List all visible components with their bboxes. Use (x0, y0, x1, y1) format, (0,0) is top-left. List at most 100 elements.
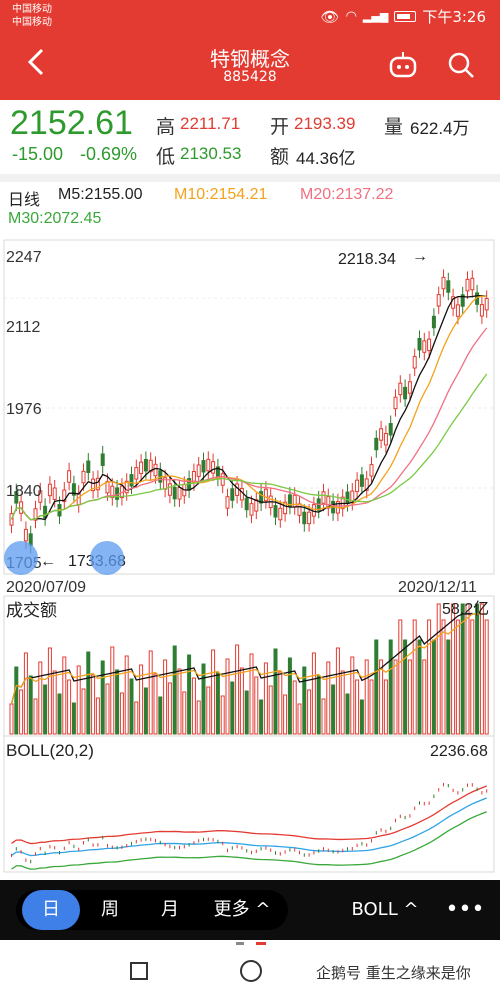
volume-bar (369, 679, 374, 735)
volume-bar (225, 658, 230, 735)
tab-day[interactable]: 日 (22, 890, 80, 930)
volume-bar (268, 685, 273, 735)
volume-bar (95, 697, 100, 735)
volume-bar (62, 656, 67, 735)
volume-bar (283, 694, 288, 735)
volume-bar (220, 695, 225, 735)
volume-bar (311, 652, 316, 735)
boll-value: 2236.68 (430, 743, 488, 760)
candle (436, 294, 441, 307)
candle (484, 297, 489, 311)
status-icons: 👁 ◠ ▂▄▆ 下午3:26 (321, 6, 486, 27)
search-icon[interactable] (446, 50, 476, 87)
volume-bar (134, 701, 139, 735)
kline-chart[interactable]: 2247 2112 1976 1840 1705 2218.34 → 1733.… (0, 238, 500, 878)
volume-bar (427, 619, 432, 735)
candle (86, 460, 91, 473)
candle (393, 396, 398, 410)
high-label: 高 (156, 116, 176, 138)
volume-bar (158, 696, 163, 735)
volume-bar (28, 675, 33, 735)
recent-apps-icon[interactable] (130, 962, 148, 980)
volume-bar (215, 672, 220, 735)
volume-bar (100, 660, 105, 735)
candle (47, 483, 52, 497)
period-label: 日线 (8, 192, 41, 209)
volume-bar (177, 668, 182, 735)
volume-bar (23, 652, 28, 735)
volume-bar (33, 698, 38, 735)
candle (225, 496, 230, 509)
amount-label: 额 (270, 146, 290, 168)
volume-bar (465, 603, 470, 735)
candle (412, 356, 417, 369)
boll-upper (11, 785, 487, 845)
volume-bar (206, 686, 211, 735)
y-tick-3: 1976 (6, 401, 42, 418)
candle (407, 381, 412, 394)
price-change: -15.00 (12, 144, 64, 164)
candle (115, 487, 120, 500)
volume-bar (379, 659, 384, 735)
home-icon[interactable] (240, 960, 262, 982)
candle (143, 458, 148, 472)
robot-icon[interactable] (388, 50, 418, 87)
volume-bar (163, 659, 168, 735)
volume-bar (38, 661, 43, 735)
eye-icon: 👁 (320, 7, 340, 26)
candle (465, 278, 470, 292)
volume-bar (479, 603, 484, 735)
volume-bar (67, 679, 72, 735)
volume-bar (43, 684, 48, 735)
open-value: 2193.39 (294, 114, 356, 133)
tab-week[interactable]: 周 (84, 890, 136, 930)
candle (167, 483, 172, 496)
battery-icon (394, 11, 417, 22)
volume-bar (407, 659, 412, 735)
volume-bar (105, 683, 110, 735)
candle (67, 470, 72, 483)
volume-bar (129, 678, 134, 735)
wifi-icon: ◠ (345, 9, 357, 24)
high-value: 2211.71 (180, 114, 241, 133)
candle (249, 503, 254, 516)
volume-bar (441, 619, 446, 735)
volume-bar (254, 676, 259, 735)
volume-bar (345, 693, 350, 735)
volume-bar (326, 661, 331, 735)
volume-bar (143, 687, 148, 735)
y-tick-2: 2112 (6, 319, 41, 336)
candle (307, 511, 312, 525)
volume-bar (239, 667, 244, 735)
candle (345, 491, 350, 505)
volume-bar (350, 656, 355, 735)
volume-value: 622.4万 (410, 119, 470, 138)
volume-bar (196, 700, 201, 735)
candle (388, 423, 393, 436)
candle (139, 461, 144, 475)
ma5-label: M5:2155.00 (58, 186, 143, 203)
volume-bar (316, 675, 321, 735)
volume-bar (148, 650, 153, 735)
candle (134, 467, 139, 480)
more-dots-icon[interactable]: ••• (440, 890, 490, 930)
volume-bar (81, 688, 86, 735)
candle (398, 382, 403, 396)
volume-bar (422, 659, 427, 735)
indicator-select[interactable]: BOLL ^ (340, 890, 430, 930)
candle (431, 315, 436, 329)
volume-bar (119, 692, 124, 735)
status-bar: 中国移动 中国移动 👁 ◠ ▂▄▆ 下午3:26 (0, 0, 500, 34)
volume-bar (115, 669, 120, 735)
candle (427, 338, 432, 352)
volume-bar (475, 603, 480, 735)
volume-bar (124, 655, 129, 735)
candle (211, 461, 216, 474)
tab-month[interactable]: 月 (144, 890, 196, 930)
ma10-label: M10:2154.21 (174, 186, 268, 203)
candle (239, 487, 244, 501)
volume-bar (91, 674, 96, 735)
volume-bar (187, 654, 192, 735)
volume-bar (9, 703, 14, 735)
tab-more[interactable]: 更多 ^ (204, 890, 280, 930)
